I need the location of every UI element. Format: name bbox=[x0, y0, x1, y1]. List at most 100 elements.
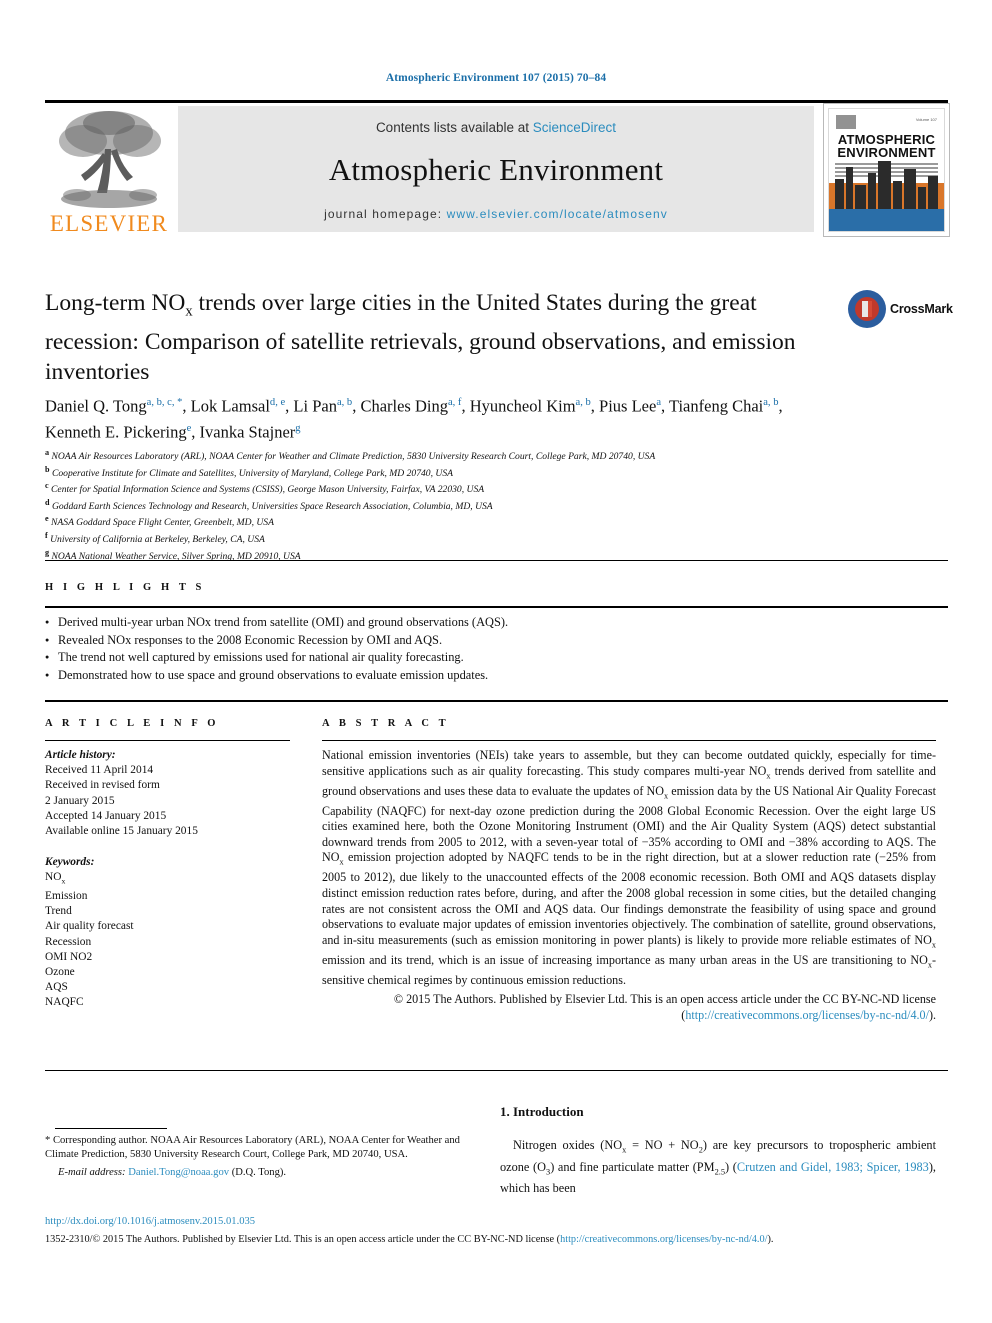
journal-cover-thumbnail[interactable]: Volume 107 ATMOSPHERIC ENVIRONMENT bbox=[823, 103, 950, 237]
author-name: Lok Lamsal bbox=[190, 396, 270, 416]
homepage-prefix: journal homepage: bbox=[324, 206, 447, 221]
issn-license-link[interactable]: http://creativecommons.org/licenses/by-n… bbox=[560, 1234, 767, 1245]
keyword-item: Ozone bbox=[45, 965, 75, 978]
highlights-bottom-rule bbox=[45, 700, 948, 702]
contents-prefix: Contents lists available at bbox=[375, 119, 533, 135]
article-history-item: Available online 15 January 2015 bbox=[45, 825, 198, 838]
cover-building bbox=[904, 169, 916, 209]
affiliation-mark: f bbox=[45, 530, 48, 540]
abstract-rule bbox=[322, 740, 936, 741]
author-marks: g bbox=[295, 423, 301, 434]
affiliation-item: d Goddard Earth Sciences Technology and … bbox=[45, 497, 845, 514]
article-info-heading: A R T I C L E I N F O bbox=[45, 718, 220, 729]
article-history-item: 2 January 2015 bbox=[45, 794, 115, 807]
author-name: Hyuncheol Kim bbox=[469, 396, 576, 416]
contents-available-line: Contents lists available at ScienceDirec… bbox=[376, 120, 616, 135]
author-marks: a, b bbox=[575, 397, 591, 408]
article-history-item: Received in revised form bbox=[45, 779, 160, 792]
cover-building bbox=[846, 167, 853, 209]
author-name: Li Pan bbox=[293, 396, 337, 416]
author-name: Charles Ding bbox=[360, 396, 448, 416]
page-title: Long-term NOx trends over large cities i… bbox=[45, 288, 805, 387]
cover-volume-label: Volume 107 bbox=[915, 117, 937, 122]
sciencedirect-link[interactable]: ScienceDirect bbox=[533, 120, 616, 135]
intro-text-1: Nitrogen oxides (NO bbox=[513, 1138, 623, 1152]
abstract-heading: A B S T R A C T bbox=[322, 718, 450, 729]
email-link[interactable]: Daniel.Tong@noaa.gov bbox=[128, 1167, 229, 1178]
abstract-sub-x: x bbox=[931, 940, 936, 950]
author-name: Tianfeng Chai bbox=[668, 396, 764, 416]
introduction-paragraph: Nitrogen oxides (NOx = NO + NO2) are key… bbox=[500, 1137, 936, 1197]
highlight-item: Revealed NOx responses to the 2008 Econo… bbox=[45, 632, 815, 650]
article-info-rule bbox=[45, 740, 290, 741]
email-line: E-mail address: Daniel.Tong@noaa.gov (D.… bbox=[45, 1166, 465, 1180]
crossmark-icon bbox=[848, 290, 886, 328]
license-link[interactable]: http://creativecommons.org/licenses/by-n… bbox=[685, 1008, 929, 1022]
cover-building bbox=[855, 185, 866, 209]
email-suffix: (D.Q. Tong). bbox=[229, 1167, 287, 1178]
issn-prefix: 1352-2310/© 2015 The Authors. Published … bbox=[45, 1234, 561, 1245]
journal-title: Atmospheric Environment bbox=[328, 151, 664, 187]
highlight-text: Revealed NOx responses to the 2008 Econo… bbox=[58, 632, 443, 647]
article-info-column: Article history: Received 11 April 2014 … bbox=[45, 748, 290, 1011]
journal-homepage-line: journal homepage: www.elsevier.com/locat… bbox=[324, 207, 668, 221]
article-history-heading: Article history: bbox=[45, 749, 116, 761]
affiliation-mark: e bbox=[45, 514, 49, 524]
crossmark-badge[interactable]: CrossMark bbox=[848, 290, 953, 344]
author-name: Kenneth E. Pickering bbox=[45, 422, 187, 442]
cover-building bbox=[918, 187, 926, 209]
introduction-heading: 1. Introduction bbox=[500, 1104, 584, 1119]
author-marks: a, b, c, * bbox=[146, 397, 183, 408]
journal-masthead: ELSEVIER Contents lists available at Sci… bbox=[45, 103, 950, 237]
author-name: Pius Lee bbox=[599, 396, 657, 416]
author-marks: e bbox=[186, 423, 192, 434]
author-name: Ivanka Stajner bbox=[199, 422, 296, 442]
keyword-item: Emission bbox=[45, 889, 88, 902]
highlight-text: Derived multi-year urban NOx trend from … bbox=[58, 615, 509, 629]
cover-building bbox=[893, 181, 902, 209]
crossmark-label: CrossMark bbox=[890, 302, 953, 316]
keywords-heading: Keywords: bbox=[45, 856, 95, 869]
crossmark-icon-inner bbox=[855, 297, 879, 321]
affiliation-text: NOAA Air Resources Laboratory (ARL), NOA… bbox=[51, 451, 656, 463]
journal-cover-artwork: Volume 107 ATMOSPHERIC ENVIRONMENT bbox=[828, 108, 945, 232]
article-history-item: Accepted 14 January 2015 bbox=[45, 809, 167, 822]
cover-building bbox=[928, 176, 938, 209]
keyword-item: Air quality forecast bbox=[45, 920, 134, 933]
keyword-item: Trend bbox=[45, 905, 72, 918]
cover-elsevier-icon bbox=[836, 115, 856, 129]
affiliation-mark: g bbox=[45, 547, 50, 557]
affiliation-mark: d bbox=[45, 497, 50, 507]
author-marks: a bbox=[656, 397, 662, 408]
author-marks: d, e bbox=[269, 397, 286, 408]
issn-suffix: ). bbox=[767, 1234, 774, 1245]
abstract-copyright: © 2015 The Authors. Published by Elsevie… bbox=[322, 992, 936, 1023]
corresponding-author-text: * Corresponding author. NOAA Air Resourc… bbox=[45, 1135, 460, 1160]
highlight-item: Demonstrated how to use space and ground… bbox=[45, 667, 815, 685]
keyword-item: AQS bbox=[45, 981, 68, 994]
keyword-item: OMI NO2 bbox=[45, 950, 93, 963]
doi-link[interactable]: http://dx.doi.org/10.1016/j.atmosenv.201… bbox=[45, 1216, 255, 1227]
email-label: E-mail address: bbox=[58, 1167, 129, 1178]
highlights-top-rule bbox=[45, 606, 948, 608]
keywords-block: Keywords: NOx Emission Trend Air quality… bbox=[45, 855, 290, 1010]
footnote-rule bbox=[55, 1128, 167, 1129]
elsevier-tree-icon bbox=[59, 111, 161, 208]
author-marks: a, f bbox=[447, 397, 462, 408]
highlight-item: Derived multi-year urban NOx trend from … bbox=[45, 614, 815, 632]
cover-title-line2: ENVIRONMENT bbox=[837, 145, 936, 160]
author-name: Daniel Q. Tong bbox=[45, 396, 147, 416]
intro-text-4: ) and fine particulate matter (PM bbox=[550, 1159, 715, 1174]
affiliation-text: NASA Goddard Space Flight Center, Greenb… bbox=[51, 517, 274, 529]
journal-homepage-link[interactable]: www.elsevier.com/locate/atmosenv bbox=[447, 207, 668, 221]
abstract-text-5: emission and its trend, which is an issu… bbox=[322, 952, 928, 967]
affiliation-mark: a bbox=[45, 448, 50, 457]
author-marks: a, b bbox=[763, 397, 779, 408]
intro-text-5: ) ( bbox=[725, 1159, 737, 1174]
elsevier-wordmark: ELSEVIER bbox=[49, 211, 169, 236]
intro-citation-link[interactable]: Crutzen and Gidel, 1983; Spicer, 1983 bbox=[737, 1160, 929, 1174]
affiliation-item: c Center for Spatial Information Science… bbox=[45, 480, 845, 497]
keyword-item: Recession bbox=[45, 935, 92, 948]
title-text-1: Long-term NO bbox=[45, 290, 186, 316]
abstract-body: National emission inventories (NEIs) tak… bbox=[322, 748, 936, 1024]
